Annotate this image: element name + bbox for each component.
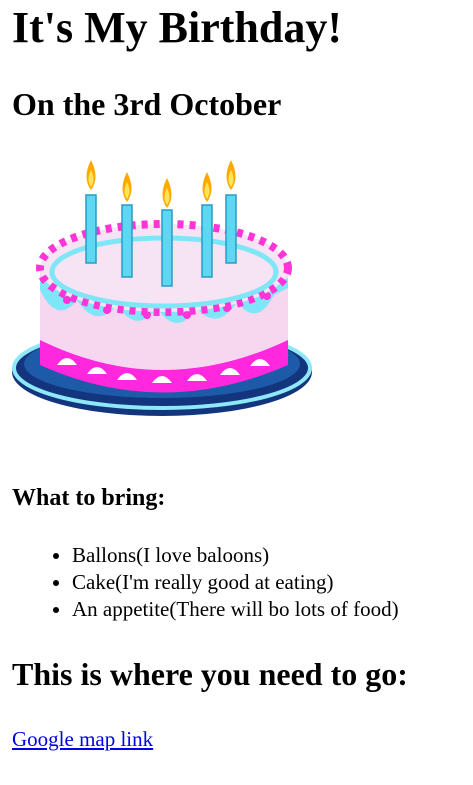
- birthday-cake-image: [12, 150, 314, 428]
- list-item: Cake(I'm really good at eating): [72, 569, 399, 596]
- what-to-bring-heading: What to bring:: [12, 485, 166, 511]
- birthday-cake-icon: [12, 160, 312, 416]
- location-heading: This is where you need to go:: [12, 656, 408, 692]
- bring-list: Ballons(I love baloons) Cake(I'm really …: [12, 542, 399, 623]
- google-map-link[interactable]: Google map link: [12, 726, 153, 753]
- page-title: It's My Birthday!: [12, 3, 342, 52]
- list-item: An appetite(There will bo lots of food): [72, 596, 399, 623]
- date-heading: On the 3rd October: [12, 86, 282, 122]
- list-item: Ballons(I love baloons): [72, 542, 399, 569]
